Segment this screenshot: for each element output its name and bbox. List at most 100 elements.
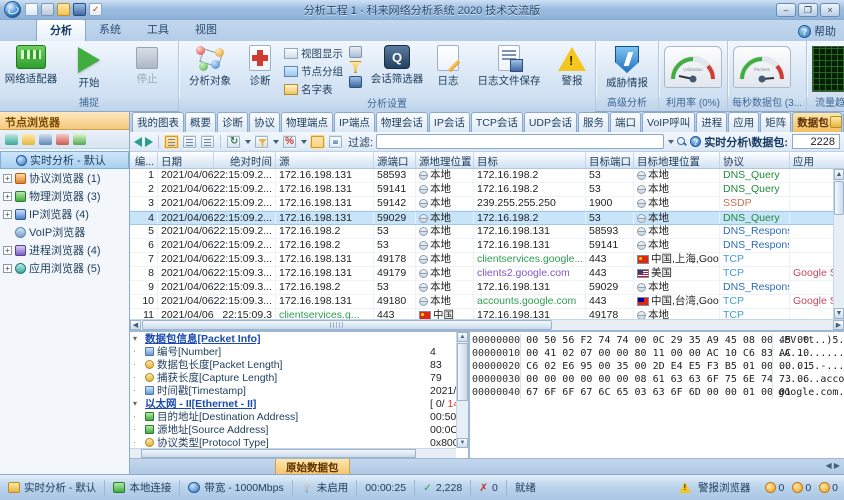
status-filter[interactable]: 未启用 bbox=[293, 479, 358, 496]
packet-buffer-icon[interactable] bbox=[349, 46, 362, 58]
sidebar-item-physical[interactable]: + 物理浏览器 (3) bbox=[0, 187, 129, 205]
twisty-icon[interactable]: · bbox=[133, 360, 142, 369]
column-header-编...[interactable]: 编... bbox=[130, 152, 158, 168]
column-header-目标[interactable]: 目标 bbox=[474, 152, 586, 168]
node-group-button[interactable]: 节点分组 bbox=[282, 63, 345, 80]
bottom-tab-scroll-arrows[interactable]: ◀ ▶ bbox=[825, 461, 840, 470]
table-row[interactable]: 11 2021/04/06 22:15:09.3 clientservices.g..… bbox=[130, 309, 844, 319]
toolbar-help-icon[interactable]: ? bbox=[690, 136, 702, 147]
refresh-icon[interactable] bbox=[5, 133, 18, 145]
filter-input[interactable] bbox=[376, 134, 665, 149]
twisty-icon[interactable]: · bbox=[133, 373, 142, 382]
filter-icon[interactable] bbox=[22, 133, 35, 145]
table-vertical-scrollbar[interactable]: ▲ ▼ bbox=[833, 169, 844, 319]
expander-icon[interactable]: + bbox=[3, 263, 12, 273]
table-horizontal-scrollbar[interactable]: ◀ ▶ bbox=[130, 319, 844, 330]
tab-诊断[interactable]: 诊断 bbox=[217, 112, 248, 132]
filter-funnel-icon[interactable] bbox=[254, 134, 269, 149]
hex-row[interactable]: 00000000 00 50 56 F2 74 74 00 0C 29 35 A9… bbox=[472, 334, 844, 347]
close-button[interactable]: × bbox=[820, 2, 840, 17]
network-adapter-button[interactable]: 网络适配器 bbox=[3, 43, 59, 86]
restore-button[interactable]: ❐ bbox=[798, 2, 818, 17]
app-logo-icon[interactable] bbox=[4, 1, 21, 18]
twisty-icon[interactable]: ▾ bbox=[133, 334, 142, 343]
hex-row[interactable]: 00000040 67 6F 6F 67 6C 65 03 63 6F 6D 00… bbox=[472, 386, 844, 399]
session-filter-button[interactable]: Q 会话筛选器 bbox=[366, 43, 428, 86]
filter-history-dropdown-icon[interactable] bbox=[668, 139, 675, 144]
back-arrow-icon[interactable] bbox=[134, 136, 142, 147]
filter-dropdown-icon[interactable] bbox=[273, 139, 279, 144]
sidebar-item-app[interactable]: + 应用浏览器 (5) bbox=[0, 259, 129, 277]
tab-UDP会话[interactable]: UDP会话 bbox=[523, 112, 578, 132]
tab-我的图表[interactable]: 我的图表 bbox=[132, 112, 184, 132]
table-row[interactable]: 4 2021/04/06 22:15:09.2... 172.16.198.131 59… bbox=[130, 211, 844, 225]
open-folder-icon[interactable] bbox=[57, 3, 70, 16]
expander-icon[interactable]: + bbox=[3, 191, 12, 201]
expander-icon[interactable]: + bbox=[3, 209, 12, 219]
decode-vertical-scrollbar[interactable]: ▲ ▼ bbox=[456, 332, 468, 448]
table-row[interactable]: 2 2021/04/06 22:15:09.2... 172.16.198.131 59… bbox=[130, 183, 844, 197]
twisty-icon[interactable]: · bbox=[133, 347, 142, 356]
sidebar-item-process[interactable]: + 进程浏览器 (4) bbox=[0, 241, 129, 259]
minimize-button[interactable]: – bbox=[776, 2, 796, 17]
auto-refresh-icon[interactable] bbox=[226, 134, 241, 149]
log-save-button[interactable]: 日志文件保存 bbox=[468, 43, 550, 88]
alarm-node-icon[interactable] bbox=[56, 133, 69, 145]
tab-IP会话[interactable]: IP会话 bbox=[428, 112, 470, 132]
column-header-协议[interactable]: 协议 bbox=[720, 152, 790, 168]
ribbon-tab-工具[interactable]: 工具 bbox=[134, 19, 182, 41]
hex-row[interactable]: 00000020 C6 02 E6 95 00 35 00 2D E4 E5 F3… bbox=[472, 360, 844, 373]
name-table-button[interactable]: 名字表 bbox=[282, 81, 345, 98]
alarm-browser-area[interactable]: 警报浏览器 0 0 0 bbox=[678, 480, 838, 495]
tab-VoIP呼叫[interactable]: VoIP呼叫 bbox=[642, 112, 696, 132]
forward-arrow-icon[interactable] bbox=[145, 136, 153, 147]
table-row[interactable]: 6 2021/04/06 22:15:09.2... 172.16.198.2 53 本地… bbox=[130, 239, 844, 253]
clipboard-icon[interactable] bbox=[41, 3, 54, 16]
tab-物理端点[interactable]: 物理端点 bbox=[281, 112, 333, 132]
sidebar-item-ip[interactable]: + IP浏览器 (4) bbox=[0, 205, 129, 223]
tab-IP端点[interactable]: IP端点 bbox=[334, 112, 375, 132]
view-display-button[interactable]: 视图显示 bbox=[282, 45, 345, 62]
column-header-源地理位置[interactable]: 源地理位置 bbox=[416, 152, 474, 168]
tab-进程[interactable]: 进程 bbox=[696, 112, 728, 132]
new-document-icon[interactable] bbox=[25, 3, 38, 16]
tab-矩阵[interactable]: 矩阵 bbox=[760, 112, 792, 132]
help-area[interactable]: ? 帮助 bbox=[798, 23, 836, 39]
ribbon-tab-系统[interactable]: 系统 bbox=[86, 19, 134, 41]
table-row[interactable]: 1 2021/04/06 22:15:09.2... 172.16.198.131 58… bbox=[130, 169, 844, 183]
tab-端口[interactable]: 端口 bbox=[610, 112, 642, 132]
twisty-icon[interactable]: · bbox=[133, 438, 142, 447]
ribbon-tab-视图[interactable]: 视图 bbox=[182, 19, 230, 41]
hex-view-icon[interactable] bbox=[200, 134, 215, 149]
decode-leaf[interactable]: · 协议类型[Protocol Type] 0x800 bbox=[130, 436, 456, 449]
highlight-icon[interactable] bbox=[310, 134, 325, 149]
save-icon[interactable] bbox=[73, 3, 86, 16]
table-row[interactable]: 10 2021/04/06 22:15:09.3... 172.16.198.131 4… bbox=[130, 295, 844, 309]
start-button[interactable]: 开始 bbox=[61, 43, 117, 90]
tab-overflow-icon[interactable] bbox=[830, 116, 842, 128]
tab-应用[interactable]: 应用 bbox=[728, 112, 760, 132]
tab-协议[interactable]: 协议 bbox=[249, 112, 280, 132]
status-connection[interactable]: 本地连接 bbox=[105, 479, 181, 496]
sidebar-item-clock[interactable]: +实时分析 - 默认 bbox=[0, 151, 129, 169]
expander-icon[interactable]: + bbox=[3, 245, 12, 255]
decode-horizontal-scrollbar[interactable] bbox=[130, 448, 456, 458]
stop-button[interactable]: 停止 bbox=[119, 43, 175, 86]
clear-filter-icon[interactable] bbox=[282, 134, 297, 149]
hex-row[interactable]: 00000010 00 41 02 07 00 00 80 11 00 00 AC… bbox=[472, 347, 844, 360]
table-row[interactable]: 7 2021/04/06 22:15:09.3... 172.16.198.131 49… bbox=[130, 253, 844, 267]
twisty-icon[interactable]: · bbox=[133, 412, 142, 421]
sidebar-item-protocol[interactable]: + 协议浏览器 (1) bbox=[0, 169, 129, 187]
column-header-源[interactable]: 源 bbox=[276, 152, 374, 168]
column-header-日期[interactable]: 日期 bbox=[158, 152, 214, 168]
locate-icon[interactable] bbox=[73, 133, 86, 145]
tab-TCP会话[interactable]: TCP会话 bbox=[470, 112, 523, 132]
traffic-trend-chart[interactable] bbox=[812, 46, 844, 92]
twisty-icon[interactable]: · bbox=[133, 386, 142, 395]
refresh-dropdown-icon[interactable] bbox=[245, 139, 251, 144]
expander-icon[interactable]: + bbox=[3, 173, 12, 183]
column-header-目标地理位置[interactable]: 目标地理位置 bbox=[634, 152, 720, 168]
list-view-icon[interactable] bbox=[164, 134, 179, 149]
analysis-object-button[interactable]: 分析对象 bbox=[182, 43, 238, 88]
hex-row[interactable]: 00000030 00 00 00 00 00 00 08 61 63 63 6F… bbox=[472, 373, 844, 386]
